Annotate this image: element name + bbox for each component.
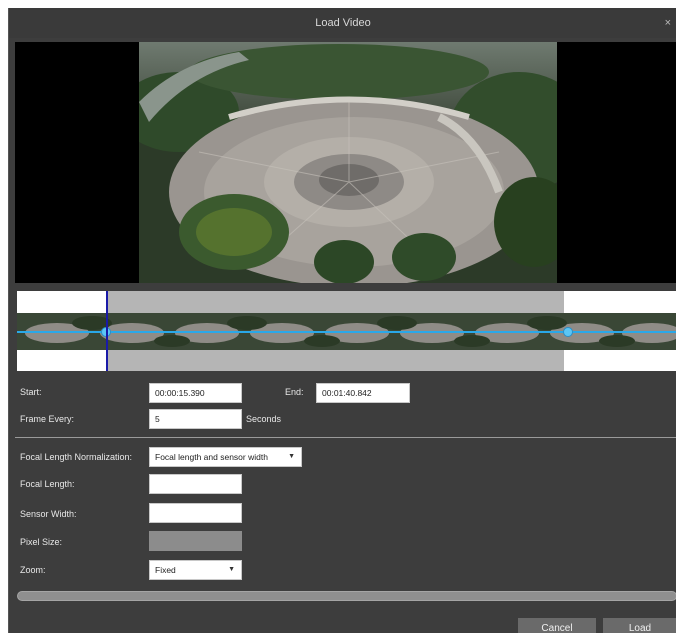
frame-every-unit: Seconds — [246, 414, 282, 424]
focal-length-normalization-select[interactable]: Focal length and sensor width ▼ — [149, 447, 302, 467]
pixel-size-input — [149, 531, 242, 551]
section-divider — [15, 437, 676, 438]
load-button[interactable]: Load — [603, 618, 676, 633]
video-preview — [15, 42, 676, 283]
zoom-select[interactable]: Fixed ▼ — [149, 560, 242, 580]
zoom-value: Fixed — [155, 565, 176, 575]
video-frame-image — [139, 42, 557, 283]
zoom-label: Zoom: — [20, 565, 46, 575]
chevron-down-icon: ▼ — [288, 453, 295, 460]
start-time-input[interactable] — [149, 383, 242, 403]
cancel-button[interactable]: Cancel — [518, 618, 596, 633]
sensor-width-input[interactable] — [149, 503, 242, 523]
focal-length-input[interactable] — [149, 474, 242, 494]
timeline-playhead[interactable] — [106, 291, 108, 371]
end-label: End: — [285, 387, 304, 397]
frame-every-label: Frame Every: — [20, 414, 75, 424]
focal-length-label: Focal Length: — [20, 479, 75, 489]
sensor-width-label: Sensor Width: — [20, 509, 77, 519]
pixel-size-label: Pixel Size: — [20, 537, 63, 547]
load-progress-bar — [17, 591, 676, 601]
timeline-track-line — [17, 331, 676, 333]
start-label: Start: — [20, 387, 42, 397]
focal-length-normalization-value: Focal length and sensor width — [155, 452, 268, 462]
end-time-input[interactable] — [316, 383, 410, 403]
close-icon[interactable]: × — [665, 8, 671, 38]
timeline-end-handle[interactable] — [563, 327, 573, 337]
dialog-title: Load Video — [315, 17, 371, 29]
chevron-down-icon: ▼ — [228, 566, 235, 573]
frame-every-input[interactable] — [149, 409, 242, 429]
load-video-dialog: Load Video × Start: 00:00:15.390 End: 00… — [8, 8, 676, 633]
focal-length-normalization-label: Focal Length Normalization: — [20, 452, 133, 462]
timeline-strip[interactable] — [17, 291, 676, 371]
dialog-titlebar: Load Video × — [9, 8, 676, 38]
